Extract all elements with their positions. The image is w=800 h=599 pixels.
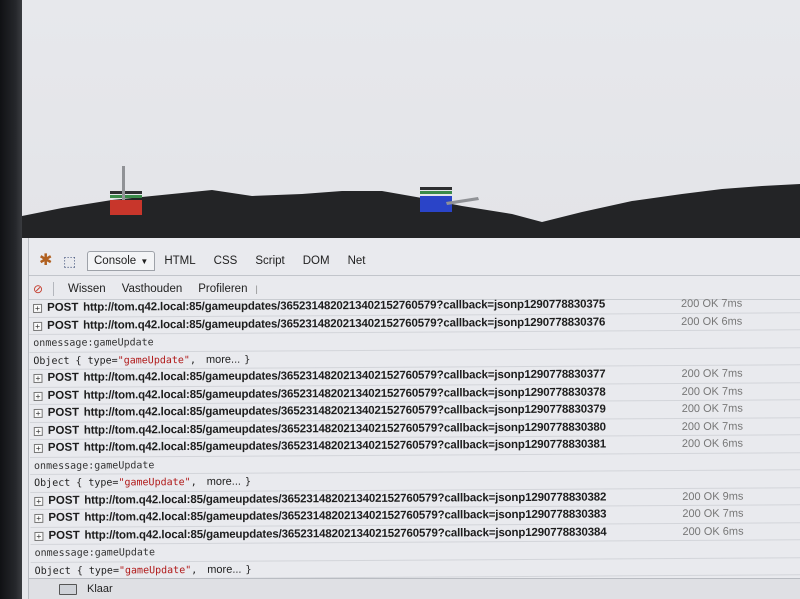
expand-icon[interactable]: +: [33, 408, 43, 418]
monitor-bezel: [0, 0, 22, 599]
blue-tank-health-bar: [420, 187, 452, 190]
expand-icon[interactable]: +: [33, 391, 43, 401]
blue-tank-health-fill: [420, 191, 452, 194]
object-comma: ,: [190, 476, 197, 489]
red-tank-body: [110, 200, 142, 215]
object-more-link[interactable]: more...: [207, 563, 241, 575]
chevron-down-icon[interactable]: ▼: [138, 257, 148, 266]
request-status: 200 OK 7ms: [681, 367, 743, 381]
request-method: POST: [47, 319, 79, 332]
object-prefix: Object {: [34, 477, 83, 489]
expand-icon[interactable]: +: [34, 513, 44, 523]
clear-console-icon[interactable]: ⊘: [33, 282, 47, 296]
tab-net[interactable]: Net: [339, 252, 375, 270]
expand-icon[interactable]: +: [33, 373, 43, 383]
request-method: POST: [47, 441, 80, 454]
tab-console[interactable]: Console ▼: [87, 250, 156, 271]
expand-icon[interactable]: +: [33, 426, 43, 436]
object-value[interactable]: "gameUpdate": [118, 477, 190, 488]
log-message: onmessage:gameUpdate: [33, 459, 155, 472]
object-more-link[interactable]: more...: [207, 476, 241, 488]
request-status: 200 OK 7ms: [681, 385, 743, 398]
log-message: onmessage:gameUpdate: [34, 547, 156, 559]
status-bar: Klaar: [29, 578, 800, 599]
request-method: POST: [47, 389, 79, 402]
status-text: Klaar: [87, 583, 113, 595]
object-value[interactable]: "gameUpdate": [119, 565, 191, 576]
toolbar-divider: [53, 281, 54, 296]
object-prefix: Object {: [34, 565, 83, 577]
clear-button[interactable]: Wissen: [60, 283, 114, 295]
object-comma: ,: [191, 564, 198, 576]
request-method: POST: [47, 424, 80, 437]
request-status: 200 OK 7ms: [681, 420, 743, 433]
request-method: POST: [48, 511, 80, 524]
tab-script[interactable]: Script: [246, 252, 293, 270]
tab-css[interactable]: CSS: [205, 252, 247, 270]
tab-console-label: Console: [94, 254, 137, 267]
red-tank-health-fill: [110, 195, 142, 198]
object-close: }: [244, 476, 252, 488]
request-method: POST: [47, 406, 80, 419]
object-close: }: [244, 354, 251, 366]
inspect-element-icon[interactable]: ⬚: [63, 252, 81, 270]
request-method: POST: [47, 301, 79, 314]
object-comma: ,: [189, 354, 196, 366]
expand-icon[interactable]: +: [33, 321, 43, 331]
toolbar-divider: |: [255, 283, 258, 294]
persist-button[interactable]: Vasthouden: [114, 283, 191, 295]
request-status: 200 OK 6ms: [681, 315, 743, 328]
expand-icon[interactable]: +: [33, 303, 43, 313]
console-log[interactable]: + POST http://tom.q42.local:85/gameupdates…: [29, 295, 800, 582]
expand-icon[interactable]: +: [34, 531, 44, 541]
tab-html[interactable]: HTML: [155, 252, 204, 270]
browser-screen: ✱ ⬚ Console ▼ HTML CSS Script DOM Net ⊘ …: [22, 0, 800, 599]
profile-button[interactable]: Profileren: [190, 283, 255, 295]
object-more-link[interactable]: more...: [206, 353, 240, 365]
firebug-panel: ✱ ⬚ Console ▼ HTML CSS Script DOM Net ⊘ …: [28, 238, 800, 599]
object-value[interactable]: "gameUpdate": [118, 355, 190, 366]
object-log-row[interactable]: Object { type="gameUpdate", more...}: [30, 557, 800, 580]
request-method: POST: [47, 371, 79, 384]
red-tank-health-bar: [110, 191, 142, 194]
object-close: }: [245, 564, 252, 576]
request-status: 200 OK 7ms: [681, 402, 743, 416]
expand-icon[interactable]: +: [34, 496, 44, 506]
request-method: POST: [48, 529, 80, 542]
object-key: type=: [88, 564, 119, 577]
tab-dom[interactable]: DOM: [294, 252, 339, 270]
object-prefix: Object {: [33, 355, 82, 367]
game-canvas[interactable]: [22, 0, 800, 238]
red-tank-barrel: [122, 166, 125, 200]
request-status: 200 OK 6ms: [682, 525, 744, 538]
request-status: 200 OK 6ms: [681, 437, 744, 451]
firebug-tab-bar: ✱ ⬚ Console ▼ HTML CSS Script DOM Net: [29, 246, 800, 276]
monitor-icon: [59, 583, 77, 595]
expand-icon[interactable]: +: [33, 443, 43, 453]
request-method: POST: [48, 494, 80, 507]
object-key: type=: [87, 354, 118, 367]
request-status: 200 OK 7ms: [682, 507, 744, 521]
object-key: type=: [88, 477, 119, 489]
log-message: onmessage:gameUpdate: [33, 337, 154, 349]
game-scene: [22, 166, 800, 238]
request-status: 200 OK 9ms: [682, 490, 744, 503]
request-status: 200 OK 7ms: [681, 297, 743, 311]
red-tank[interactable]: [110, 166, 142, 215]
firebug-bug-icon[interactable]: ✱: [39, 252, 57, 270]
